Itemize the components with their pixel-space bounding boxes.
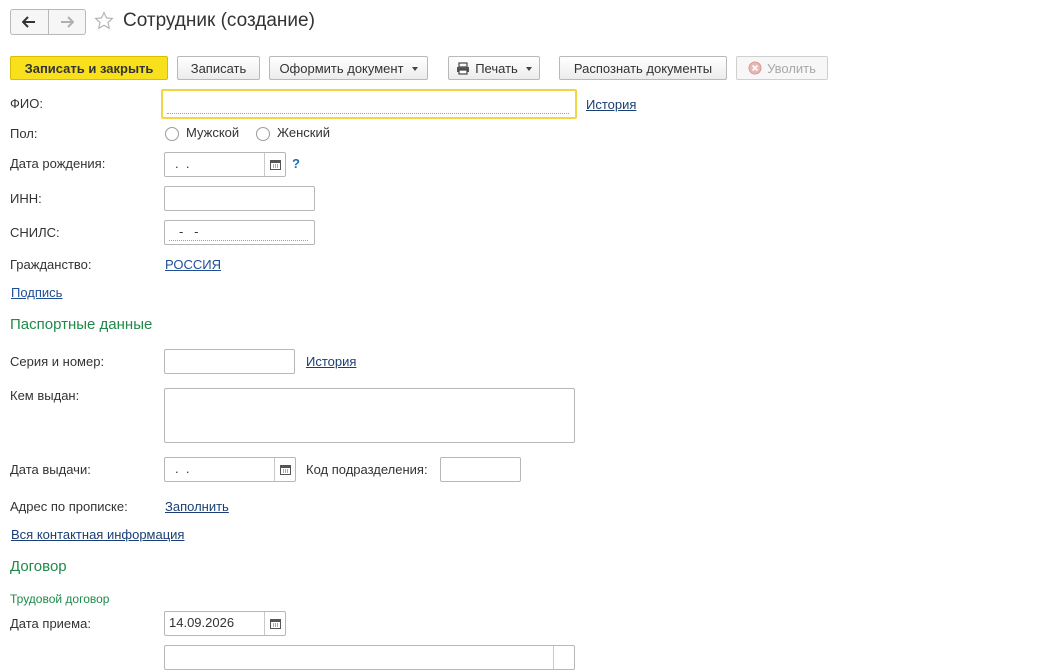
- print-label: Печать: [475, 60, 518, 76]
- make-document-label: Оформить документ: [279, 60, 404, 76]
- issued-by-field[interactable]: [164, 388, 575, 443]
- calendar-button[interactable]: [264, 612, 285, 635]
- gender-label: Пол:: [10, 126, 38, 141]
- address-label: Адрес по прописке:: [10, 499, 128, 514]
- signature-link[interactable]: Подпись: [11, 285, 62, 300]
- birth-date-label: Дата рождения:: [10, 156, 106, 171]
- recognize-documents-button[interactable]: Распознать документы: [559, 56, 727, 80]
- issued-by-label: Кем выдан:: [10, 388, 80, 403]
- navigation-group: [10, 9, 86, 35]
- passport-series-field[interactable]: [164, 349, 295, 374]
- passport-history-link[interactable]: История: [306, 354, 356, 369]
- printer-icon: [457, 61, 470, 75]
- recognize-documents-label: Распознать документы: [573, 60, 713, 76]
- issue-date-value: . .: [175, 461, 190, 476]
- birth-date-field[interactable]: . .: [164, 152, 286, 177]
- snils-value: - -: [179, 224, 199, 239]
- forward-button[interactable]: [47, 10, 86, 34]
- gender-male-radio[interactable]: [165, 127, 179, 141]
- issue-date-label: Дата выдачи:: [10, 462, 91, 477]
- next-field-partial[interactable]: [164, 645, 575, 670]
- back-button[interactable]: [11, 10, 48, 34]
- fio-history-link[interactable]: История: [586, 97, 636, 112]
- inn-label: ИНН:: [10, 191, 42, 206]
- calendar-button[interactable]: [264, 153, 285, 176]
- division-code-label: Код подразделения:: [306, 462, 428, 477]
- inn-field[interactable]: [164, 186, 315, 211]
- arrow-left-icon: [22, 16, 36, 28]
- birth-date-value: . .: [175, 156, 190, 171]
- hire-date-label: Дата приема:: [10, 616, 91, 631]
- contacts-link[interactable]: Вся контактная информация: [11, 527, 184, 542]
- save-button[interactable]: Записать: [177, 56, 260, 80]
- address-fill-link[interactable]: Заполнить: [165, 499, 229, 514]
- field-divider: [553, 646, 554, 669]
- window-title: Сотрудник (создание): [123, 10, 315, 31]
- make-document-button[interactable]: Оформить документ: [269, 56, 428, 80]
- chevron-down-icon: [525, 67, 532, 71]
- contract-heading: Договор: [10, 558, 67, 575]
- snils-label: СНИЛС:: [10, 225, 60, 240]
- cancel-icon: [748, 61, 762, 75]
- save-and-close-button[interactable]: Записать и закрыть: [10, 56, 168, 80]
- print-button[interactable]: Печать: [448, 56, 540, 80]
- arrow-right-icon: [60, 16, 74, 28]
- fio-label: ФИО:: [10, 96, 43, 111]
- calendar-button[interactable]: [274, 458, 295, 481]
- contract-subheading: Трудовой договор: [10, 592, 110, 606]
- gender-female-label: Женский: [277, 125, 330, 140]
- gender-male-label: Мужской: [186, 125, 240, 140]
- fio-field[interactable]: [161, 89, 577, 119]
- dismiss-button: Уволить: [736, 56, 828, 80]
- hire-date-field[interactable]: 14.09.2026: [164, 611, 286, 636]
- gender-female-radio[interactable]: [256, 127, 270, 141]
- input-underline: [169, 240, 308, 241]
- snils-field[interactable]: - -: [164, 220, 315, 245]
- hire-date-value: 14.09.2026: [169, 615, 235, 630]
- calendar-icon: [279, 465, 291, 475]
- input-underline: [167, 113, 569, 114]
- birth-date-help[interactable]: ?: [292, 156, 300, 171]
- division-code-field[interactable]: [440, 457, 521, 482]
- passport-series-label: Серия и номер:: [10, 354, 105, 369]
- save-label: Записать: [190, 60, 247, 76]
- issue-date-field[interactable]: . .: [164, 457, 296, 482]
- calendar-icon: [269, 619, 281, 629]
- save-and-close-label: Записать и закрыть: [24, 60, 154, 76]
- passport-heading: Паспортные данные: [10, 316, 153, 333]
- chevron-down-icon: [411, 67, 418, 71]
- calendar-icon: [269, 160, 281, 170]
- citizenship-label: Гражданство:: [10, 257, 92, 272]
- star-icon[interactable]: [94, 11, 114, 31]
- citizenship-link[interactable]: РОССИЯ: [165, 257, 221, 272]
- dismiss-label: Уволить: [767, 60, 816, 76]
